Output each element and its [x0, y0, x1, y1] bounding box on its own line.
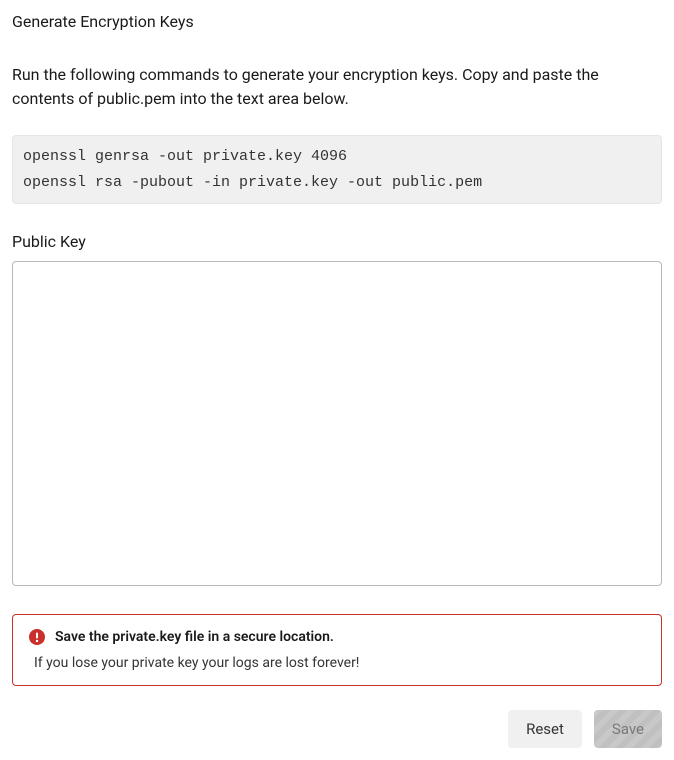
reset-button[interactable]: Reset	[508, 710, 582, 748]
description-text: Run the following commands to generate y…	[12, 63, 662, 111]
public-key-input[interactable]	[12, 261, 662, 586]
alert-body: If you lose your private key your logs a…	[29, 655, 645, 671]
warning-icon	[29, 629, 45, 645]
command-code-block: openssl genrsa -out private.key 4096 ope…	[12, 135, 662, 204]
alert-header: Save the private.key file in a secure lo…	[29, 629, 645, 645]
save-button: Save	[594, 710, 662, 748]
alert-title: Save the private.key file in a secure lo…	[55, 629, 334, 645]
button-row: Reset Save	[12, 710, 662, 748]
warning-alert: Save the private.key file in a secure lo…	[12, 614, 662, 686]
page-title: Generate Encryption Keys	[12, 12, 662, 31]
public-key-label: Public Key	[12, 232, 662, 251]
